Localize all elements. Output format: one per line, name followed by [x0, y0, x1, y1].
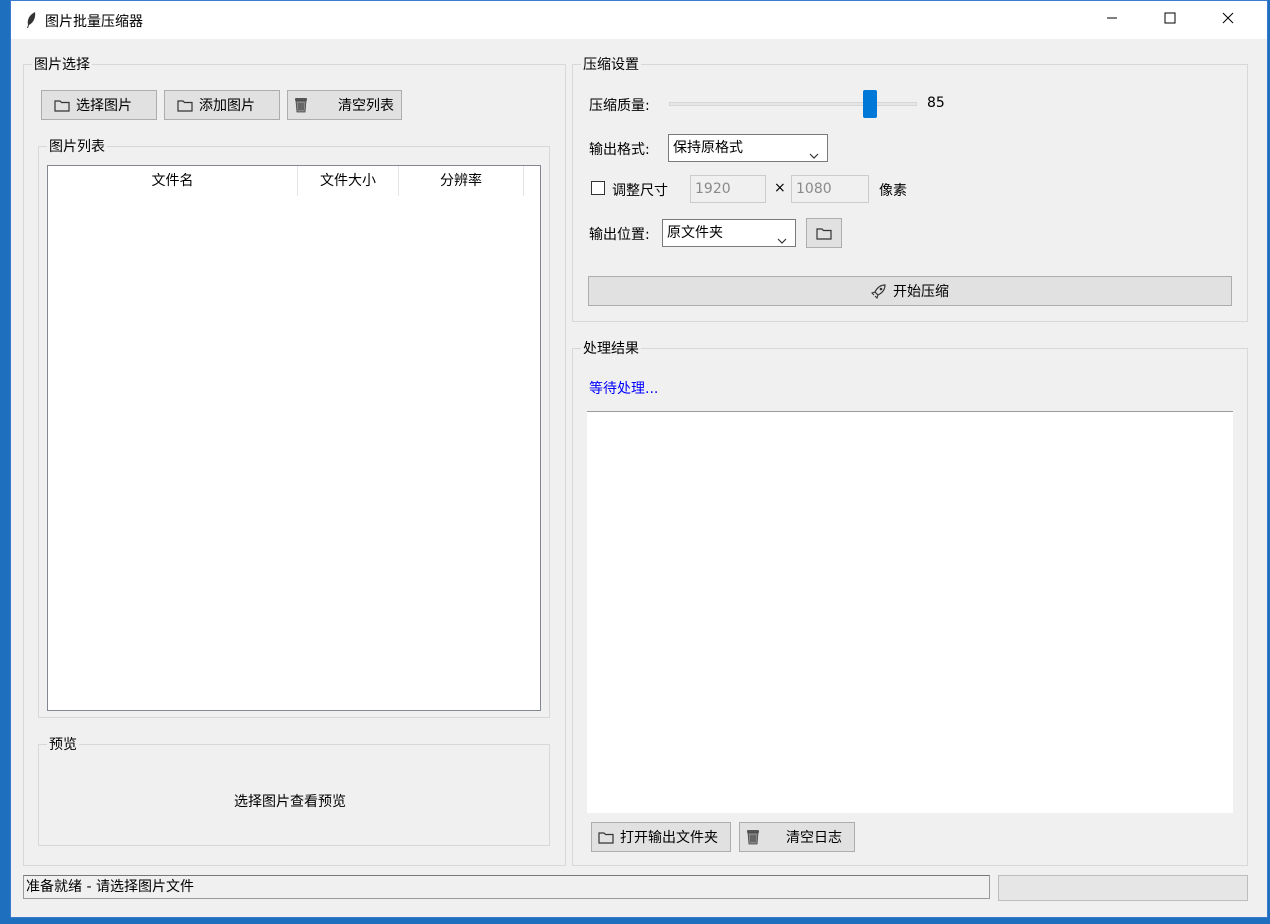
- image-list-label: 图片列表: [47, 136, 107, 156]
- folder-icon: [816, 227, 832, 240]
- output-location-select[interactable]: 原文件夹: [662, 219, 796, 247]
- feather-icon: [25, 11, 37, 29]
- quality-slider-thumb[interactable]: [863, 90, 877, 118]
- column-header-filesize[interactable]: 文件大小: [298, 166, 399, 196]
- image-list-table[interactable]: 文件名 文件大小 分辨率: [47, 165, 541, 711]
- open-output-folder-button[interactable]: 打开输出文件夹: [591, 822, 731, 852]
- maximize-button[interactable]: [1141, 1, 1199, 39]
- output-format-label: 输出格式:: [589, 142, 650, 158]
- folder-icon: [177, 99, 193, 112]
- chevron-down-icon: [777, 228, 787, 254]
- window-title: 图片批量压缩器: [45, 14, 143, 30]
- status-bar-text-field: 准备就绪 - 请选择图片文件: [23, 875, 990, 899]
- close-button[interactable]: [1199, 1, 1257, 39]
- progress-bar: [998, 875, 1248, 901]
- column-header-filename[interactable]: 文件名: [48, 166, 298, 196]
- clear-list-label: 清空列表: [338, 98, 394, 114]
- add-images-button[interactable]: 添加图片: [164, 90, 280, 120]
- select-images-button[interactable]: 选择图片: [41, 90, 157, 120]
- title-bar[interactable]: 图片批量压缩器: [11, 1, 1267, 39]
- minimize-button[interactable]: [1083, 1, 1141, 39]
- preview-label: 预览: [47, 734, 79, 754]
- trash-icon: [294, 97, 308, 113]
- quality-slider[interactable]: [669, 102, 917, 106]
- clear-list-button[interactable]: 清空列表: [287, 90, 402, 120]
- compression-settings-label: 压缩设置: [581, 54, 641, 74]
- resize-label[interactable]: 调整尺寸: [612, 180, 668, 200]
- width-value: 1920: [695, 181, 731, 197]
- start-compression-label: 开始压缩: [893, 284, 949, 300]
- column-header-resolution[interactable]: 分辨率: [399, 166, 524, 196]
- processing-status: 等待处理...: [589, 381, 659, 397]
- folder-icon: [598, 831, 614, 844]
- table-header: 文件名 文件大小 分辨率: [48, 166, 524, 196]
- clear-log-button[interactable]: 清空日志: [739, 822, 855, 852]
- close-icon: [1222, 12, 1234, 28]
- resize-checkbox[interactable]: [591, 181, 605, 195]
- browse-output-folder-button[interactable]: [806, 218, 842, 248]
- output-format-value: 保持原格式: [673, 140, 743, 156]
- minimize-icon: [1106, 12, 1118, 28]
- pixel-unit-label: 像素: [879, 183, 907, 199]
- app-window: 图片批量压缩器 图片选择 选择图片 添加图片 清空列表 图片列表 文件名 文件大…: [10, 0, 1268, 918]
- results-log[interactable]: [587, 411, 1233, 813]
- height-value: 1080: [796, 181, 832, 197]
- clear-log-label: 清空日志: [786, 830, 842, 846]
- folder-icon: [54, 99, 70, 112]
- output-location-label: 输出位置:: [589, 227, 650, 243]
- select-images-label: 选择图片: [76, 98, 132, 114]
- quality-label: 压缩质量:: [589, 98, 650, 114]
- status-bar-text: 准备就绪 - 请选择图片文件: [26, 879, 194, 895]
- height-input[interactable]: 1080: [791, 175, 869, 203]
- times-symbol: ×: [774, 180, 786, 196]
- maximize-icon: [1164, 12, 1176, 28]
- image-selection-label: 图片选择: [32, 54, 92, 74]
- output-format-select[interactable]: 保持原格式: [668, 134, 828, 162]
- quality-value: 85: [927, 95, 945, 111]
- open-output-folder-label: 打开输出文件夹: [620, 830, 718, 846]
- trash-icon: [746, 829, 760, 845]
- preview-placeholder: 选择图片查看预览: [234, 794, 346, 810]
- width-input[interactable]: 1920: [690, 175, 766, 203]
- add-images-label: 添加图片: [199, 98, 255, 114]
- start-compression-button[interactable]: 开始压缩: [588, 276, 1232, 306]
- chevron-down-icon: [809, 143, 819, 169]
- output-location-value: 原文件夹: [667, 225, 723, 241]
- rocket-icon: [870, 283, 887, 300]
- results-label: 处理结果: [581, 338, 641, 358]
